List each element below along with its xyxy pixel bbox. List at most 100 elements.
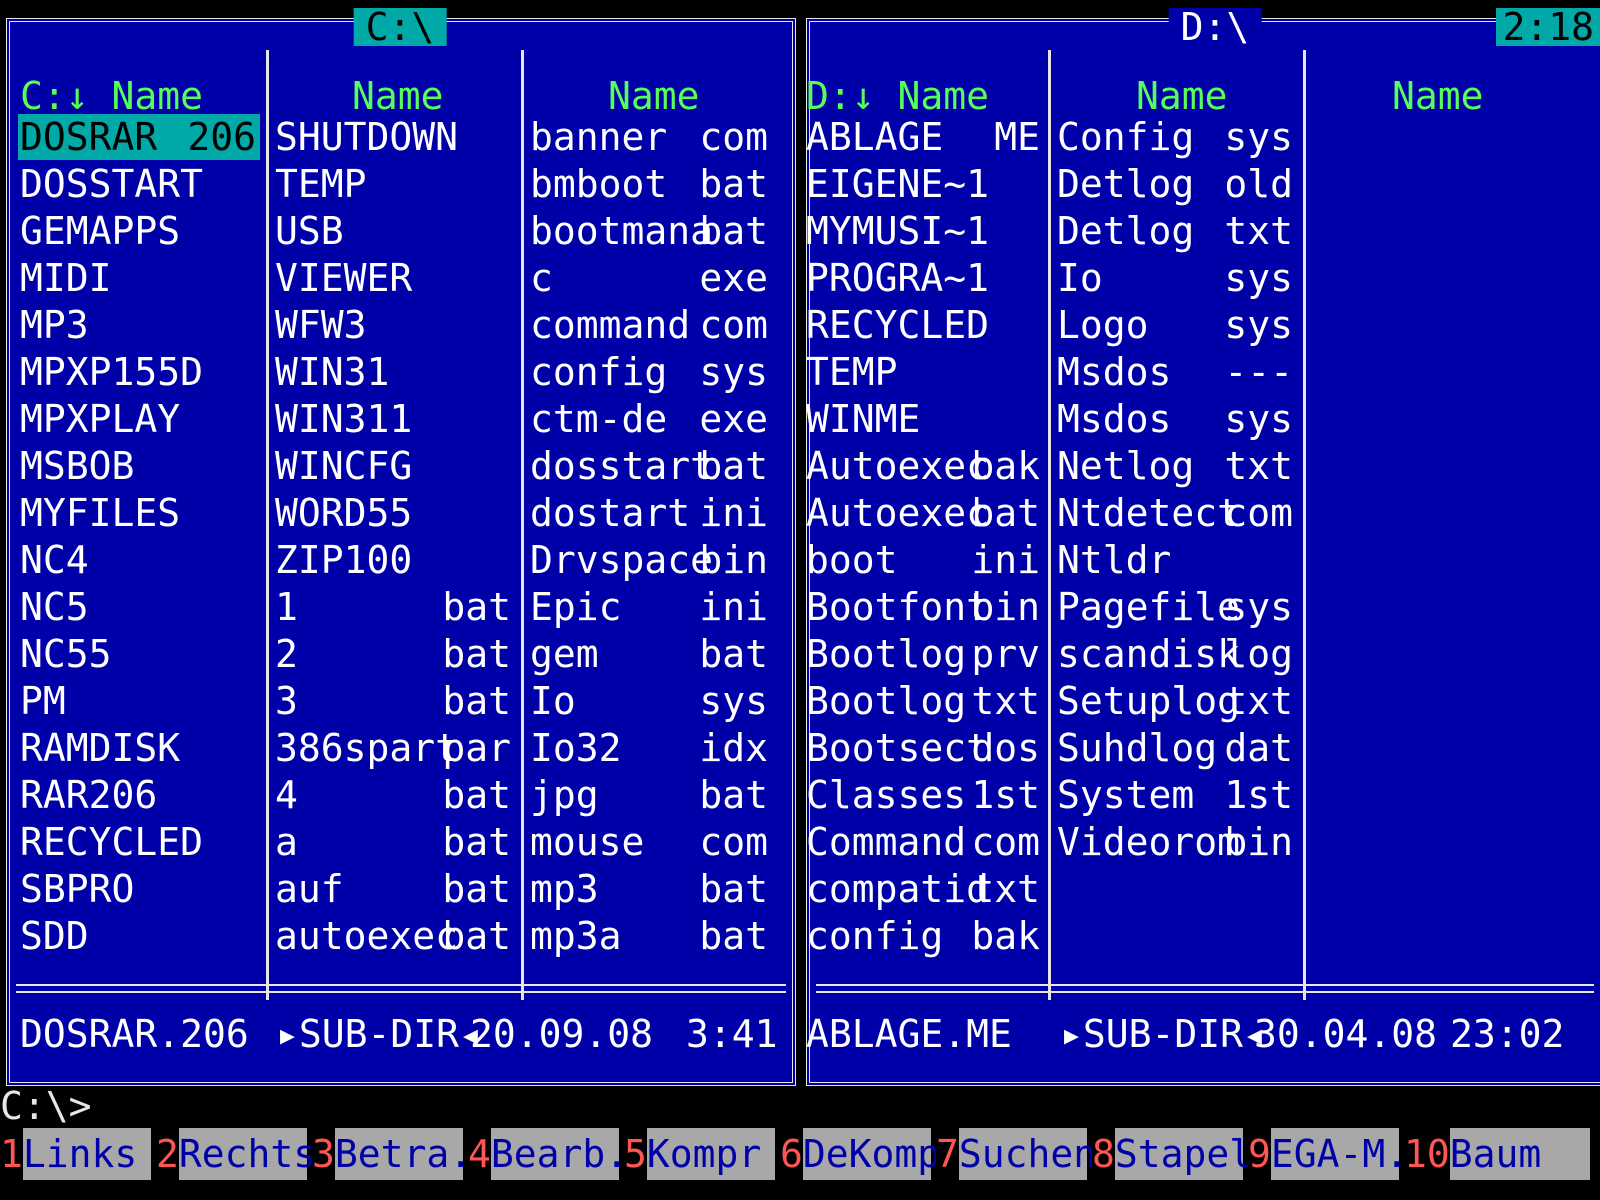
file-entry[interactable]: ctm-de exe: [528, 396, 772, 442]
function-key-2[interactable]: 2Rechts: [156, 1128, 316, 1180]
function-key-1[interactable]: 1Links: [0, 1128, 151, 1180]
file-entry[interactable]: VIEWER: [273, 255, 515, 301]
file-entry[interactable]: Io sys: [1055, 255, 1297, 301]
file-entry[interactable]: SDD: [18, 913, 260, 959]
file-entry[interactable]: Pagefile sys: [1055, 584, 1297, 630]
file-entry[interactable]: auf bat: [273, 866, 515, 912]
column-header[interactable]: C:↓ Name: [20, 74, 203, 118]
function-key-8[interactable]: 8Stapel: [1092, 1128, 1252, 1180]
file-entry[interactable]: NC55: [18, 631, 260, 677]
file-entry[interactable]: gem bat: [528, 631, 772, 677]
file-entry[interactable]: WFW3: [273, 302, 515, 348]
file-entry[interactable]: Bootsect dos: [804, 725, 1044, 771]
file-entry[interactable]: Logo sys: [1055, 302, 1297, 348]
file-entry[interactable]: MIDI: [18, 255, 260, 301]
file-entry[interactable]: MSBOB: [18, 443, 260, 489]
file-entry[interactable]: USB: [273, 208, 515, 254]
file-entry[interactable]: EIGENE~1: [804, 161, 1044, 207]
file-entry[interactable]: WIN31: [273, 349, 515, 395]
file-entry[interactable]: TEMP: [273, 161, 515, 207]
file-entry[interactable]: Config sys: [1055, 114, 1297, 160]
file-entry[interactable]: 386spart par: [273, 725, 515, 771]
file-entry[interactable]: a bat: [273, 819, 515, 865]
file-entry[interactable]: jpg bat: [528, 772, 772, 818]
file-entry[interactable]: Msdos sys: [1055, 396, 1297, 442]
file-entry[interactable]: DOSRAR 206: [18, 114, 260, 160]
file-entry[interactable]: boot ini: [804, 537, 1044, 583]
file-entry[interactable]: DOSSTART: [18, 161, 260, 207]
right-panel[interactable]: D:\ 2:18 D:↓ Name Name Name ABLAGE ME EIGE…: [804, 8, 1600, 1086]
file-entry[interactable]: RECYCLED: [18, 819, 260, 865]
file-entry[interactable]: ZIP100: [273, 537, 515, 583]
column-header[interactable]: Name: [608, 74, 700, 118]
file-entry[interactable]: Ntldr: [1055, 537, 1297, 583]
function-key-10[interactable]: 10Baum: [1404, 1128, 1590, 1180]
column-header[interactable]: D:↓ Name: [806, 74, 989, 118]
function-key-4[interactable]: 4Bearb.: [468, 1128, 628, 1180]
file-entry[interactable]: SBPRO: [18, 866, 260, 912]
file-entry[interactable]: compatid txt: [804, 866, 1044, 912]
file-entry[interactable]: Bootlog txt: [804, 678, 1044, 724]
file-entry[interactable]: System 1st: [1055, 772, 1297, 818]
file-entry[interactable]: Msdos ---: [1055, 349, 1297, 395]
file-entry[interactable]: RAMDISK: [18, 725, 260, 771]
file-entry[interactable]: Drvspace bin: [528, 537, 772, 583]
file-entry[interactable]: NC5: [18, 584, 260, 630]
file-entry[interactable]: 4 bat: [273, 772, 515, 818]
file-entry[interactable]: Autoexec bat: [804, 490, 1044, 536]
file-entry[interactable]: Bootlog prv: [804, 631, 1044, 677]
file-entry[interactable]: Videorom bin: [1055, 819, 1297, 865]
file-entry[interactable]: MPXP155D: [18, 349, 260, 395]
file-entry[interactable]: 3 bat: [273, 678, 515, 724]
file-entry[interactable]: mp3 bat: [528, 866, 772, 912]
file-entry[interactable]: NC4: [18, 537, 260, 583]
function-key-3[interactable]: 3Betra.: [312, 1128, 472, 1180]
file-entry[interactable]: banner com: [528, 114, 772, 160]
file-entry[interactable]: autoexec bat: [273, 913, 515, 959]
file-entry[interactable]: Bootfont bin: [804, 584, 1044, 630]
function-key-5[interactable]: 5Kompr: [624, 1128, 775, 1180]
file-entry[interactable]: config bak: [804, 913, 1044, 959]
left-panel[interactable]: C:\ C:↓ Name Name Name DOSRAR 206 DOSSTART…: [6, 8, 796, 1086]
file-entry[interactable]: TEMP: [804, 349, 1044, 395]
file-entry[interactable]: MYMUSI~1: [804, 208, 1044, 254]
file-entry[interactable]: WIN311: [273, 396, 515, 442]
file-entry[interactable]: bootmana bat: [528, 208, 772, 254]
file-entry[interactable]: WINME: [804, 396, 1044, 442]
file-entry[interactable]: Autoexec bak: [804, 443, 1044, 489]
file-entry[interactable]: 2 bat: [273, 631, 515, 677]
file-entry[interactable]: WINCFG: [273, 443, 515, 489]
file-entry[interactable]: dostart ini: [528, 490, 772, 536]
column-header[interactable]: Name: [352, 74, 444, 118]
file-entry[interactable]: mouse com: [528, 819, 772, 865]
file-entry[interactable]: GEMAPPS: [18, 208, 260, 254]
file-entry[interactable]: MPXPLAY: [18, 396, 260, 442]
file-entry[interactable]: MP3: [18, 302, 260, 348]
file-entry[interactable]: SHUTDOWN: [273, 114, 515, 160]
file-entry[interactable]: Io sys: [528, 678, 772, 724]
file-entry[interactable]: PM: [18, 678, 260, 724]
file-entry[interactable]: Classes 1st: [804, 772, 1044, 818]
file-entry[interactable]: ABLAGE ME: [804, 114, 1044, 160]
file-entry[interactable]: config sys: [528, 349, 772, 395]
command-line[interactable]: C:\>: [0, 1086, 92, 1126]
file-entry[interactable]: Command com: [804, 819, 1044, 865]
file-entry[interactable]: 1 bat: [273, 584, 515, 630]
file-entry[interactable]: Detlog txt: [1055, 208, 1297, 254]
file-entry[interactable]: RECYCLED: [804, 302, 1044, 348]
file-entry[interactable]: Io32 idx: [528, 725, 772, 771]
file-entry[interactable]: dosstart bat: [528, 443, 772, 489]
file-entry[interactable]: scandisk log: [1055, 631, 1297, 677]
file-entry[interactable]: Suhdlog dat: [1055, 725, 1297, 771]
column-header[interactable]: Name: [1136, 74, 1228, 118]
file-entry[interactable]: bmboot bat: [528, 161, 772, 207]
column-header[interactable]: Name: [1392, 74, 1484, 118]
function-key-9[interactable]: 9EGA-M.: [1248, 1128, 1408, 1180]
file-entry[interactable]: PROGRA~1: [804, 255, 1044, 301]
file-entry[interactable]: MYFILES: [18, 490, 260, 536]
file-entry[interactable]: WORD55: [273, 490, 515, 536]
file-entry[interactable]: mp3a bat: [528, 913, 772, 959]
file-entry[interactable]: Netlog txt: [1055, 443, 1297, 489]
file-entry[interactable]: Epic ini: [528, 584, 772, 630]
file-entry[interactable]: c exe: [528, 255, 772, 301]
